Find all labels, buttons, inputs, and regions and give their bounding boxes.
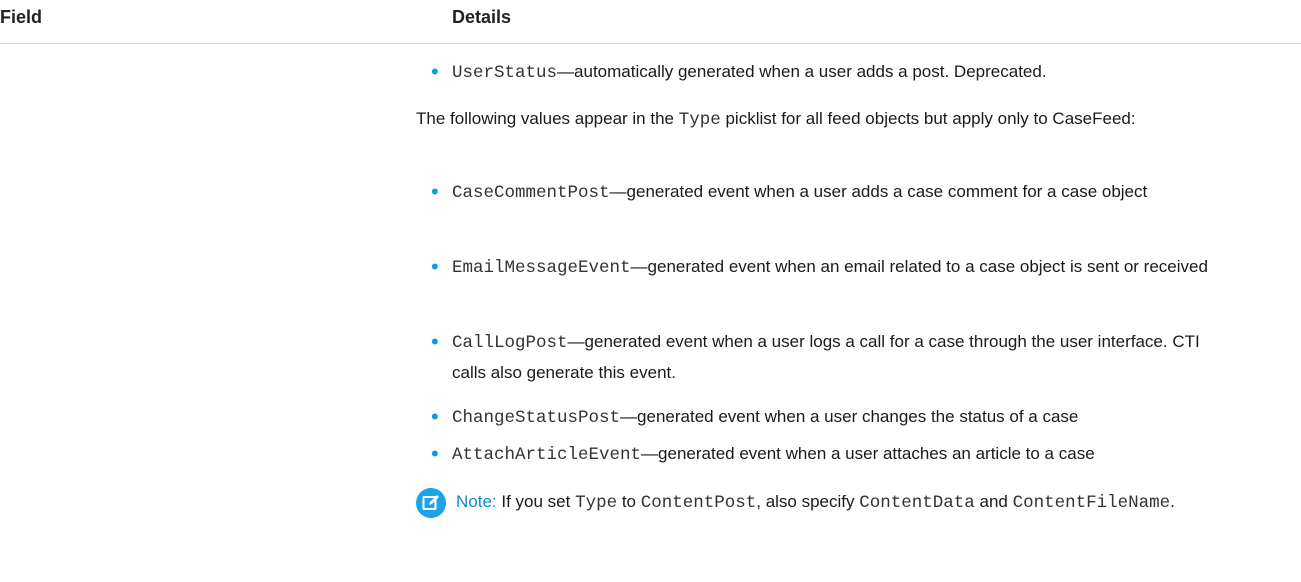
header-divider (0, 43, 1301, 44)
list-item: EmailMessageEvent—generated event when a… (452, 252, 1212, 283)
item-description: —generated event when an email related t… (630, 257, 1208, 276)
list-item: CaseCommentPost—generated event when a u… (452, 177, 1212, 208)
note-label: Note: (456, 492, 497, 511)
code-term: ContentFileName (1012, 493, 1171, 513)
column-header-field: Field (0, 7, 43, 27)
bullet-icon: • (431, 254, 439, 279)
code-term: ContentData (859, 493, 975, 513)
paragraph-text: picklist for all feed objects but apply … (720, 109, 1136, 128)
code-term: ChangeStatusPost (452, 408, 621, 428)
note-fragment: . (1170, 492, 1175, 511)
bullet-icon: • (431, 404, 439, 429)
edit-note-icon (416, 488, 446, 518)
note-text: Note: If you set Type to ContentPost, al… (456, 487, 1216, 518)
paragraph-text: The following values appear in the (416, 109, 679, 128)
code-term: EmailMessageEvent (452, 258, 631, 278)
list-item: AttachArticleEvent—generated event when … (452, 439, 1212, 470)
item-description: —generated event when a user attaches an… (641, 444, 1095, 463)
note-fragment: If you set (496, 492, 576, 511)
note-fragment: , also specify (756, 492, 860, 511)
code-term: Type (575, 493, 618, 513)
code-term: ContentPost (640, 493, 757, 513)
item-description: —generated event when a user adds a case… (609, 182, 1148, 201)
bullet-icon: • (431, 59, 439, 84)
table-header: Field Details (0, 0, 1301, 44)
paragraph: The following values appear in the Type … (416, 104, 1221, 135)
list-item: CallLogPost—generated event when a user … (452, 327, 1212, 388)
bullet-icon: • (431, 441, 439, 466)
item-description: —automatically generated when a user add… (557, 62, 1047, 81)
list-item: UserStatus—automatically generated when … (452, 57, 1212, 88)
code-term: CallLogPost (452, 333, 568, 353)
code-term: Type (678, 110, 721, 130)
bullet-icon: • (431, 179, 439, 204)
code-term: CaseCommentPost (452, 183, 610, 203)
code-term: AttachArticleEvent (452, 445, 642, 465)
note-fragment: to (617, 492, 641, 511)
list-item: ChangeStatusPost—generated event when a … (452, 402, 1212, 433)
column-header-details: Details (452, 7, 512, 27)
code-term: UserStatus (452, 63, 558, 83)
note-fragment: and (974, 492, 1013, 511)
bullet-icon: • (431, 329, 439, 354)
item-description: —generated event when a user changes the… (620, 407, 1079, 426)
